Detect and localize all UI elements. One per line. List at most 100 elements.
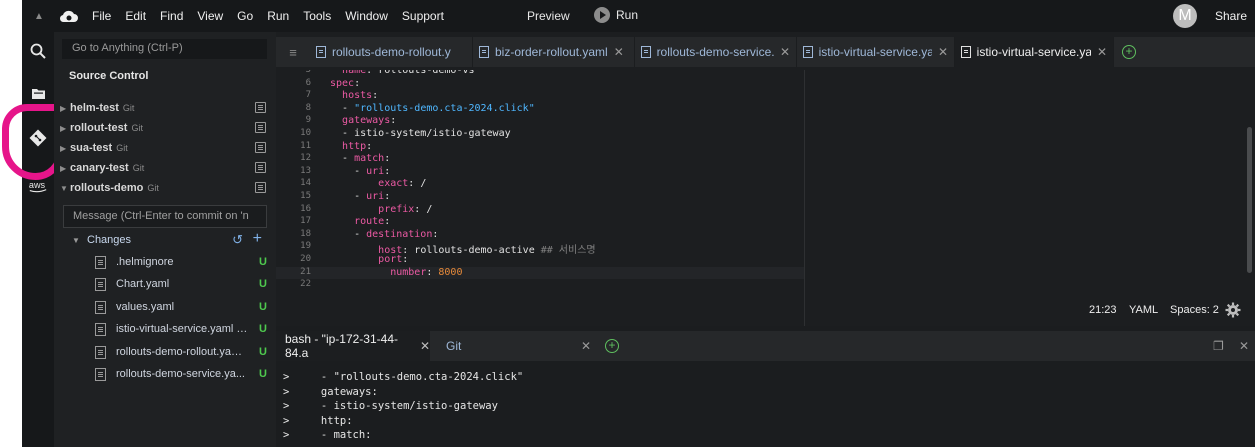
menu-find[interactable]: Find — [160, 9, 183, 23]
menu-tools[interactable]: Tools — [303, 9, 331, 23]
menu-file[interactable]: File — [92, 9, 111, 23]
menu-go[interactable]: Go — [237, 9, 253, 23]
folder-icon[interactable] — [28, 83, 48, 103]
language-mode[interactable]: YAML — [1129, 304, 1158, 316]
file-status: U — [259, 256, 267, 268]
tab-label: istio-virtual-service.yar — [818, 45, 932, 59]
line-number: 13 — [300, 165, 311, 176]
svg-text:aws: aws — [29, 180, 46, 190]
discard-changes-icon[interactable]: ↺ — [232, 232, 243, 248]
changed-file-row[interactable]: rollouts-demo-rollout.yaml... U — [95, 343, 267, 361]
code-line[interactable]: 20 port: — [276, 254, 804, 267]
cursor-position[interactable]: 21:23 — [1089, 304, 1117, 316]
changed-file-row[interactable]: Chart.yaml U — [95, 275, 267, 293]
commit-message-input[interactable]: Message (Ctrl-Enter to commit on 'n — [63, 205, 267, 228]
tab-label: biz-order-rollout.yaml — [495, 45, 608, 59]
tab-istio-virtual-service[interactable]: istio-virtual-service.yar ✕ — [797, 37, 955, 67]
collapse-caret-icon[interactable]: ▲ — [22, 11, 56, 22]
repo-item-sua-test[interactable]: ▶ sua-test Git — [60, 139, 270, 157]
repo-menu-icon[interactable] — [255, 142, 266, 153]
repo-item-helm-test[interactable]: ▶ helm-test Git — [60, 99, 270, 117]
code-line[interactable]: 15 - uri: — [276, 191, 804, 204]
stage-all-icon[interactable]: + — [253, 230, 262, 248]
indent-setting[interactable]: Spaces: 2 — [1170, 304, 1219, 316]
line-text: spec: — [330, 77, 361, 89]
repo-item-rollout-test[interactable]: ▶ rollout-test Git — [60, 119, 270, 137]
close-panel-icon[interactable]: ✕ — [1239, 339, 1249, 353]
maximize-icon[interactable]: ❐ — [1213, 339, 1224, 353]
file-status: U — [259, 323, 267, 335]
file-name: rollouts-demo-rollout.yaml... — [116, 346, 248, 358]
code-line[interactable]: 7 hosts: — [276, 90, 804, 103]
repo-menu-icon[interactable] — [255, 102, 266, 113]
repo-menu-icon[interactable] — [255, 162, 266, 173]
repo-item-canary-test[interactable]: ▶ canary-test Git — [60, 159, 270, 177]
terminal-output[interactable]: > - "rollouts-demo.cta-2024.click" > gate… — [276, 364, 1255, 447]
new-tab-button[interactable]: + — [1114, 37, 1144, 67]
chevron-right-icon[interactable]: ▶ — [60, 124, 70, 133]
repo-menu-icon[interactable] — [255, 122, 266, 133]
tab-istio-virtual-service-active[interactable]: istio-virtual-service.yar ✕ — [955, 37, 1114, 67]
code-line[interactable]: 13 - uri: — [276, 166, 804, 179]
repo-tag: Git — [131, 123, 143, 133]
tab-rollouts-demo-service[interactable]: rollouts-demo-service.y ✕ — [635, 37, 797, 67]
chevron-right-icon[interactable]: ▶ — [60, 164, 70, 173]
code-line[interactable]: 9 gateways: — [276, 115, 804, 128]
code-line[interactable]: 18 - destination: — [276, 229, 804, 242]
menu-run[interactable]: Run — [267, 9, 289, 23]
tab-biz-order-rollout[interactable]: biz-order-rollout.yaml ✕ — [473, 37, 635, 67]
menu-support[interactable]: Support — [402, 9, 444, 23]
run-button[interactable]: Run — [594, 7, 638, 23]
tab-label: istio-virtual-service.yar — [976, 45, 1091, 59]
menu-window[interactable]: Window — [345, 9, 388, 23]
editor-scrollbar[interactable] — [1247, 127, 1252, 273]
code-line[interactable]: 8 - "rollouts-demo.cta-2024.click" — [276, 103, 804, 116]
repo-menu-icon[interactable] — [255, 182, 266, 193]
chevron-down-icon[interactable]: ▼ — [60, 184, 70, 193]
close-icon[interactable]: ✕ — [614, 45, 624, 59]
editor-tab-bar: ≡ rollouts-demo-rollout.y biz-order-roll… — [276, 37, 1255, 67]
terminal-tab-bar: bash - "ip-172-31-44-84.a ✕ Git ✕ + ❐ ✕ — [276, 331, 1255, 361]
go-to-anything-input[interactable]: Go to Anything (Ctrl-P) — [62, 39, 267, 59]
search-icon[interactable] — [28, 41, 48, 61]
gear-icon[interactable] — [1225, 302, 1241, 318]
code-line[interactable]: 22 — [276, 279, 804, 292]
code-line[interactable]: 14 exact: / — [276, 178, 804, 191]
close-icon[interactable]: ✕ — [1097, 45, 1107, 59]
chevron-right-icon[interactable]: ▶ — [60, 104, 70, 113]
code-line[interactable]: 17 route: — [276, 216, 804, 229]
avatar[interactable]: M — [1173, 4, 1197, 28]
code-line[interactable]: 21 number: 8000 — [276, 266, 804, 280]
tab-menu-icon[interactable]: ≡ — [276, 37, 310, 67]
chevron-right-icon[interactable]: ▶ — [60, 144, 70, 153]
code-editor[interactable]: 5 name: rollouts-demo-vs 6 spec: 7 hosts: 8 … — [276, 70, 804, 326]
code-line[interactable]: 11 http: — [276, 141, 804, 154]
cloud9-logo-icon[interactable] — [56, 0, 82, 32]
tab-git[interactable]: Git — [446, 331, 461, 361]
chevron-down-icon[interactable]: ▼ — [72, 236, 87, 245]
close-icon[interactable]: ✕ — [581, 339, 591, 353]
changed-file-row[interactable]: rollouts-demo-service.ya... U — [95, 365, 267, 383]
changed-file-row[interactable]: .helmignore U — [95, 253, 267, 271]
tab-rollouts-demo-rollout[interactable]: rollouts-demo-rollout.y — [310, 37, 473, 67]
code-line[interactable]: 5 name: rollouts-demo-vs — [276, 70, 804, 78]
code-line[interactable]: 12 - match: — [276, 153, 804, 166]
repo-item-rollouts-demo[interactable]: ▼ rollouts-demo Git — [60, 179, 270, 197]
changes-header[interactable]: ▼ Changes ↺ + — [72, 230, 267, 248]
preview-button[interactable]: Preview — [527, 9, 570, 23]
changed-file-row[interactable]: values.yaml U — [95, 298, 267, 316]
code-line[interactable]: 10 - istio-system/istio-gateway — [276, 128, 804, 141]
code-line[interactable]: 16 prefix: / — [276, 204, 804, 217]
plus-circle-icon[interactable]: + — [605, 339, 619, 353]
tab-bash[interactable]: bash - "ip-172-31-44-84.a ✕ — [276, 331, 430, 361]
line-text: number: 8000 — [390, 266, 463, 278]
changed-file-row[interactable]: istio-virtual-service.yaml i... U — [95, 320, 267, 338]
close-icon[interactable]: ✕ — [938, 45, 948, 59]
menu-edit[interactable]: Edit — [125, 9, 146, 23]
code-line[interactable]: 19 host: rollouts-demo-active ## 서비스명 — [276, 241, 804, 256]
close-icon[interactable]: ✕ — [420, 339, 430, 353]
share-button[interactable]: Share — [1215, 9, 1247, 23]
menu-view[interactable]: View — [197, 9, 223, 23]
code-line[interactable]: 6 spec: — [276, 78, 804, 91]
close-icon[interactable]: ✕ — [780, 45, 790, 59]
